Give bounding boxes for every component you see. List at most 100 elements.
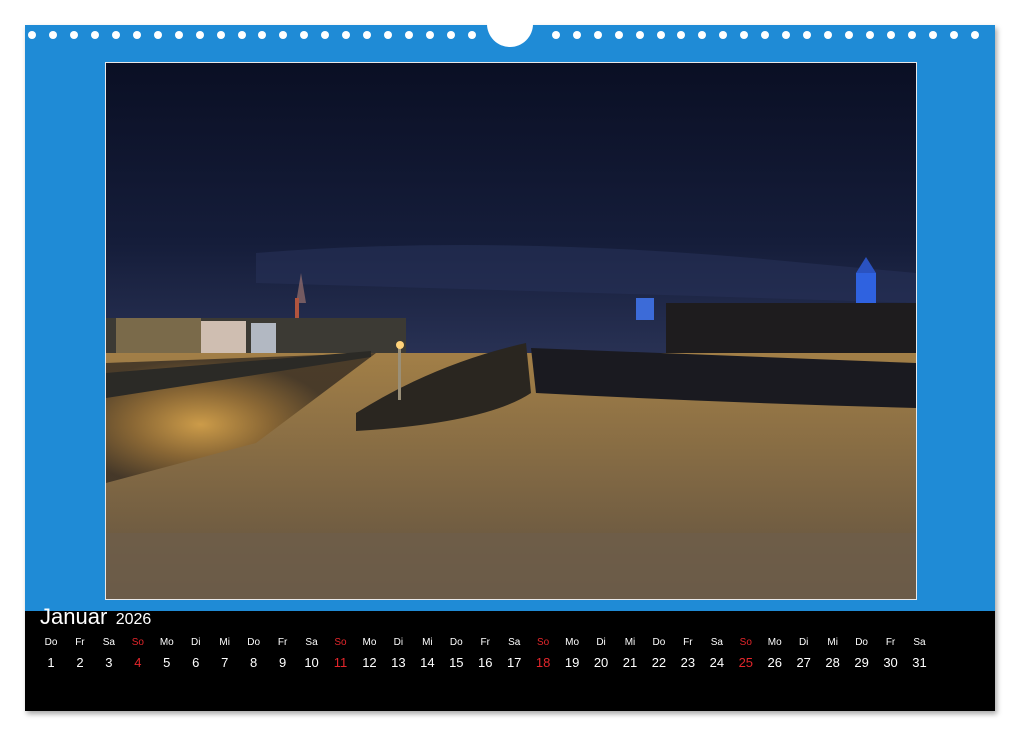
day-strip: Do1Fr2Sa3So4Mo5Di6Mi7Do8Fr9Sa10So11Mo12D… [40,636,960,676]
day-cell: Mo 26 [764,636,786,672]
date-number: 20 [590,654,612,672]
date-number: 17 [503,654,525,672]
day-cell: Do29 [851,636,873,672]
binding-hole [845,31,853,39]
day-cell: Fr2 [69,636,91,672]
day-cell: Fr23 [677,636,699,672]
day-cell: Di 13 [387,636,409,672]
date-number: 18 [532,654,554,672]
date-number: 14 [416,654,438,672]
night-river-photo [105,62,917,600]
binding-hole [908,31,916,39]
date-number: 22 [648,654,670,672]
date-number: 9 [272,654,294,672]
date-number: 6 [185,654,207,672]
day-cell: Sa17 [503,636,525,672]
date-number: 3 [98,654,120,672]
weekday-label: Sa [909,636,931,650]
weekday-label: So [127,636,149,650]
date-number: 12 [358,654,380,672]
binding-hole [384,31,392,39]
lit-building-2 [251,323,276,355]
binding-hole [615,31,623,39]
day-cell: Mo5 [156,636,178,672]
blue-church-tower [856,273,876,303]
weekday-label: Fr [272,636,294,650]
day-cell: Fr16 [474,636,496,672]
weekday-label: Mo [561,636,583,650]
day-cell: So 18 [532,636,554,672]
weekday-label: Fr [880,636,902,650]
date-number: 13 [387,654,409,672]
binding-hole [342,31,350,39]
calendar-page [25,25,995,711]
weekday-label: Mo [764,636,786,650]
day-cell: So 11 [330,636,352,672]
weekday-label: Sa [706,636,728,650]
day-cell: Mo 19 [561,636,583,672]
date-number: 31 [909,654,931,672]
date-number: 26 [764,654,786,672]
binding-hole [217,31,225,39]
date-number: 25 [735,654,757,672]
binding-hole [636,31,644,39]
binding-hole [950,31,958,39]
binding-hole [782,31,790,39]
date-number: 4 [127,654,149,672]
date-number: 8 [243,654,265,672]
day-cell: Fr30 [880,636,902,672]
month-title: Januar 2026 [40,604,151,630]
weekday-label: Fr [677,636,699,650]
day-cell: Do8 [243,636,265,672]
binding-hole [405,31,413,39]
weekday-label: Mo [358,636,380,650]
binding-hole [258,31,266,39]
binding-hole [363,31,371,39]
blue-tower-left [636,298,654,320]
binding-hole [154,31,162,39]
binding-hole [573,31,581,39]
date-number: 10 [301,654,323,672]
binding-hole [196,31,204,39]
weekday-label: Di [590,636,612,650]
binding-hole [761,31,769,39]
binding-hole [468,31,476,39]
binding-hole [677,31,685,39]
binding-hole [887,31,895,39]
binding-hole [803,31,811,39]
date-number: 15 [445,654,467,672]
date-number: 5 [156,654,178,672]
blue-frame [25,25,995,611]
day-cell: Fr 9 [272,636,294,672]
month-year: 2026 [116,611,152,628]
day-cell: Mi21 [619,636,641,672]
weekday-label: Do [648,636,670,650]
binding-hole [238,31,246,39]
binding-hole [279,31,287,39]
day-cell: Sa24 [706,636,728,672]
day-cell: Di 27 [793,636,815,672]
date-number: 2 [69,654,91,672]
weekday-label: So [532,636,554,650]
weekday-label: So [330,636,352,650]
binding-hole [552,31,560,39]
weekday-label: Do [445,636,467,650]
date-number: 19 [561,654,583,672]
weekday-label: Mi [822,636,844,650]
binding-hole [594,31,602,39]
date-number: 27 [793,654,815,672]
night-scene-illustration [106,63,916,599]
weekday-label: Di [793,636,815,650]
weekday-label: Mi [214,636,236,650]
date-number: 16 [474,654,496,672]
binding-hole [70,31,78,39]
lamp-light [396,341,404,349]
binding-hole [866,31,874,39]
weekday-label: Di [387,636,409,650]
foreground-ice [106,533,916,599]
date-number: 11 [330,654,352,672]
month-name: Januar [40,604,107,629]
weekday-label: Di [185,636,207,650]
binding-hole [719,31,727,39]
day-cell: Mi7 [214,636,236,672]
